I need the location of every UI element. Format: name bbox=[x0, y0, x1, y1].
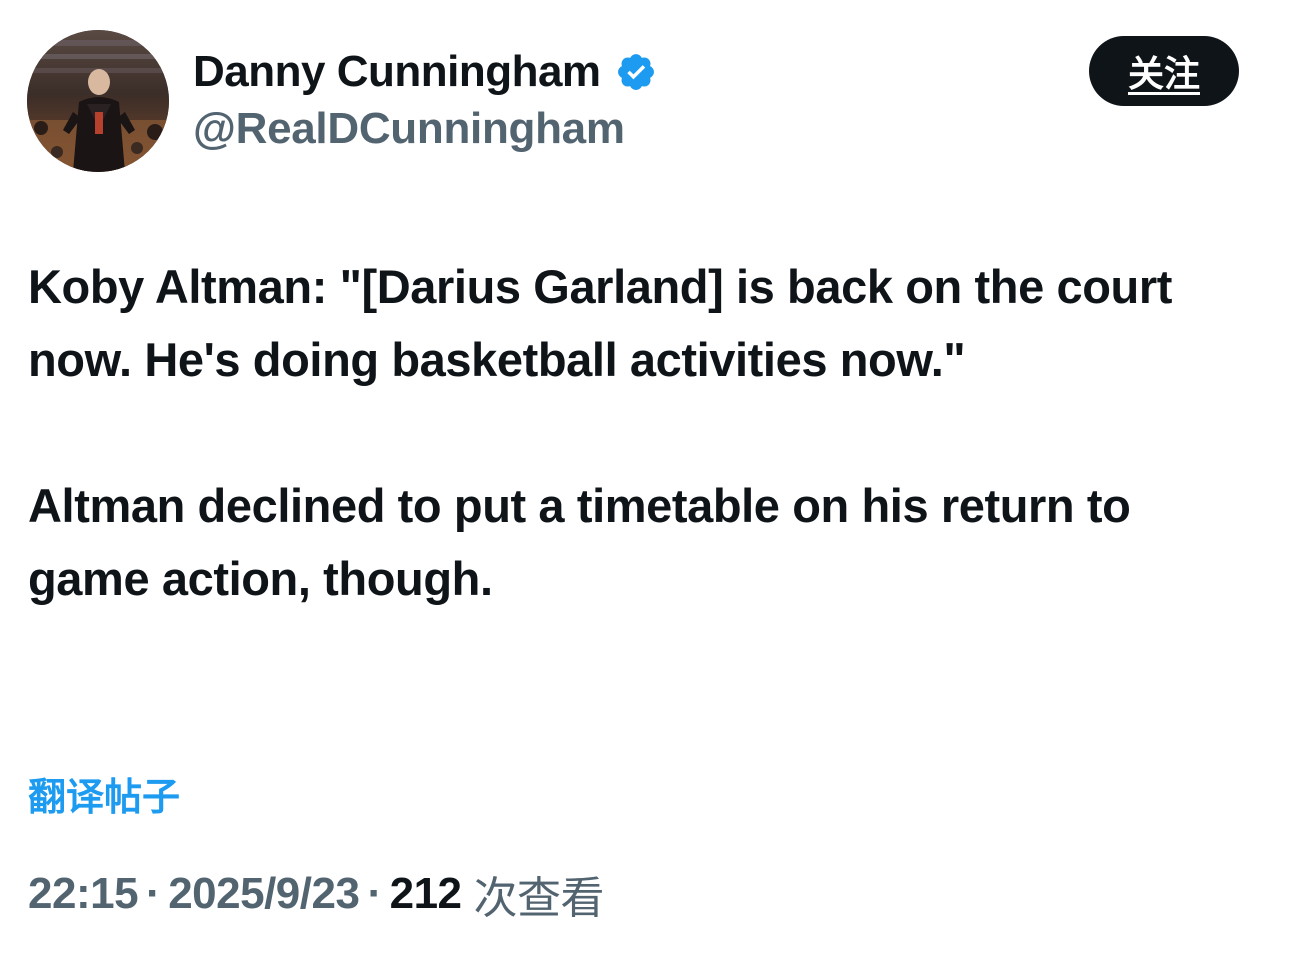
verified-badge-icon[interactable] bbox=[615, 51, 657, 93]
tweet-time[interactable]: 22:15 bbox=[28, 869, 139, 919]
tweet-paragraph: Koby Altman: "[Darius Garland] is back o… bbox=[28, 260, 1172, 386]
tweet-paragraph: Altman declined to put a timetable on hi… bbox=[28, 479, 1131, 605]
follow-button[interactable]: 关注 bbox=[1089, 36, 1239, 106]
views-count[interactable]: 212 bbox=[390, 869, 462, 919]
author-handle[interactable]: @RealDCunningham bbox=[193, 104, 625, 154]
meta-separator: · bbox=[367, 869, 382, 918]
views-label: 次查看 bbox=[473, 874, 605, 923]
translate-post-link[interactable]: 翻译帖子 bbox=[28, 766, 180, 821]
author-name-row[interactable]: Danny Cunningham bbox=[193, 44, 657, 100]
avatar-photo bbox=[27, 30, 169, 172]
tweet-meta: 22:15 · 2025/9/23 · 212 次查看 bbox=[28, 864, 605, 924]
meta-separator: · bbox=[146, 869, 161, 918]
tweet-date[interactable]: 2025/9/23 bbox=[168, 869, 360, 919]
avatar[interactable] bbox=[27, 30, 169, 172]
author-display-name[interactable]: Danny Cunningham bbox=[193, 47, 601, 97]
tweet-text: Koby Altman: "[Darius Garland] is back o… bbox=[28, 250, 1258, 615]
